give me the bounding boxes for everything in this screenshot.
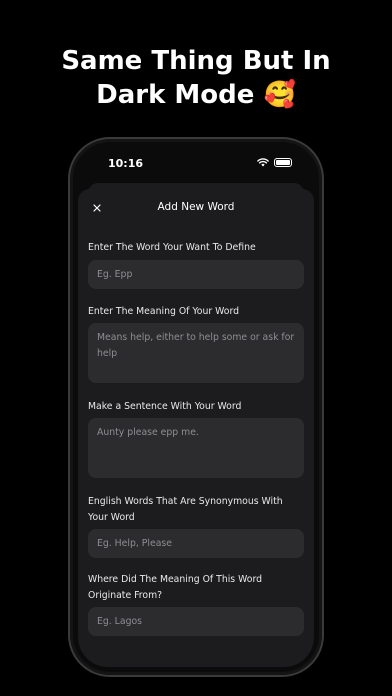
origin-input-placeholder: Eg. Lagos xyxy=(97,616,142,627)
meaning-field-label: Enter The Meaning Of Your Word xyxy=(88,306,240,317)
sentence-field-label: Make a Sentence With Your Word xyxy=(88,401,242,412)
sheet-header: Add New Word xyxy=(78,189,314,227)
phone-frame: 10:16 Add New Word Enter The Word Your W… xyxy=(68,137,324,677)
headline: Same Thing But In Dark Mode 🥰 xyxy=(0,44,392,112)
sheet-title: Add New Word xyxy=(157,201,235,213)
word-field-label: Enter The Word Your Want To Define xyxy=(88,242,256,253)
word-input[interactable]: Eg. Epp xyxy=(88,260,304,289)
meaning-input[interactable]: Means help, either to help some or ask f… xyxy=(88,323,304,383)
sentence-input-placeholder: Aunty please epp me. xyxy=(97,427,199,438)
synonyms-input-placeholder: Eg. Help, Please xyxy=(97,538,172,549)
status-time: 10:16 xyxy=(108,157,144,170)
origin-field-label: Where Did The Meaning Of This Word Origi… xyxy=(88,574,262,601)
wifi-icon xyxy=(257,158,269,167)
synonyms-field-label: English Words That Are Synonymous With Y… xyxy=(88,496,283,523)
headline-line-2: Dark Mode 🥰 xyxy=(96,80,296,110)
status-icons xyxy=(257,158,292,167)
headline-line-1: Same Thing But In xyxy=(61,46,331,76)
meaning-input-placeholder: Means help, either to help some or ask f… xyxy=(97,332,295,359)
synonyms-input[interactable]: Eg. Help, Please xyxy=(88,529,304,558)
battery-icon xyxy=(274,158,292,167)
word-input-placeholder: Eg. Epp xyxy=(97,269,133,280)
origin-input[interactable]: Eg. Lagos xyxy=(88,607,304,636)
sentence-input[interactable]: Aunty please epp me. xyxy=(88,418,304,478)
status-bar: 10:16 xyxy=(70,139,322,179)
add-word-sheet: Add New Word Enter The Word Your Want To… xyxy=(78,189,314,667)
